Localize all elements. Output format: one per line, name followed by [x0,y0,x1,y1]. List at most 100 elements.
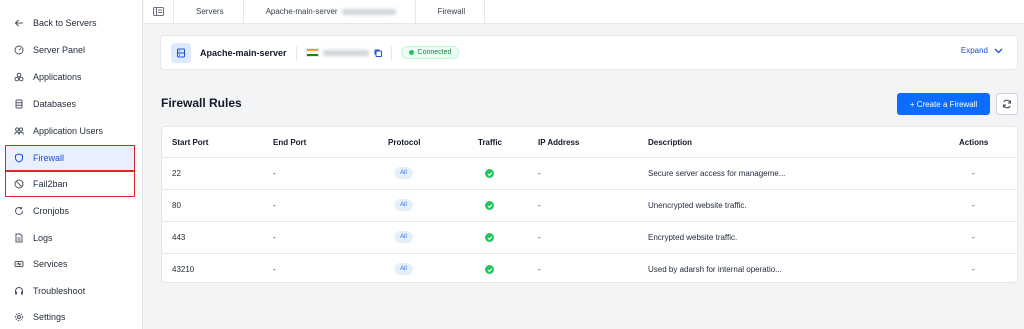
divider [295,45,297,60]
sidebar-item-label: Server Panel [33,45,86,55]
breadcrumb-servers-label: Servers [196,7,224,16]
status-label: Connected [417,49,452,56]
file-icon [14,233,24,243]
sidebar-item-firewall[interactable]: Firewall [5,145,135,171]
arrow-left-icon [14,18,24,28]
sidebar-item-application-users[interactable]: Application Users [6,119,134,143]
server-name: Apache-main-server [200,47,287,58]
sidebar-item-label: Back to Servers [33,18,97,28]
ban-icon [14,179,24,189]
server-info-card: Apache-main-server Connected Expand [160,35,1018,70]
server-icon [171,42,191,63]
actions-cell: - [972,201,975,210]
table-row: 22 - All - Secure server access for mana… [162,158,1017,190]
sidebar-item-label: Troubleshoot [33,286,86,296]
ip-address-cell: - [538,265,541,274]
status-badge: Connected [400,46,460,59]
actions-cell: - [972,233,975,242]
sidebar-toggle-button[interactable] [144,0,174,24]
check-circle-icon [485,169,494,178]
india-flag-icon [305,48,319,57]
check-circle-icon [485,265,494,274]
actions-cell: - [972,265,975,274]
sidebar: Back to Servers Server Panel Application… [0,0,143,329]
sidebar-item-label: Databases [33,99,77,109]
firewall-rules-table: Start Port End Port Protocol Traffic IP … [161,126,1018,283]
database-icon [14,99,24,109]
sidebar-item-troubleshoot[interactable]: Troubleshoot [6,279,134,303]
description-cell: Unencrypted website traffic. [648,201,747,210]
check-circle-icon [485,233,494,242]
redacted-ip-address [322,49,369,56]
actions-cell: - [972,169,975,178]
column-end-port: End Port [273,138,307,147]
chevron-down-icon [994,48,1003,53]
table-row: 43210 - All - Used by adarsh for interna… [162,254,1017,282]
expand-button[interactable]: Expand [961,46,1003,55]
sidebar-item-cronjobs[interactable]: Cronjobs [6,199,134,223]
sidebar-item-label: Applications [33,72,82,82]
ip-address-cell: - [538,201,541,210]
gear-icon [14,312,24,322]
description-cell: Encrypted website traffic. [648,233,738,242]
sidebar-item-fail2ban[interactable]: Fail2ban [5,171,135,197]
sidebar-item-label: Settings [33,312,66,322]
sidebar-item-label: Logs [33,233,53,243]
sidebar-item-label: Firewall [33,153,65,163]
refresh-icon [1003,99,1011,109]
column-actions: Actions [959,138,989,147]
column-description: Description [648,138,693,147]
copy-icon[interactable] [374,49,382,57]
start-port-cell: 80 [172,201,181,210]
table-row: 443 - All - Encrypted website traffic. - [162,222,1017,254]
cron-icon [14,206,24,216]
column-traffic: Traffic [478,138,503,147]
divider [390,45,392,60]
check-circle-icon [485,201,494,210]
table-row: 80 - All - Unencrypted website traffic. … [162,190,1017,222]
breadcrumb: Servers Apache-main-server Firewall [144,0,1024,24]
sidebar-item-services[interactable]: Services [6,252,134,276]
breadcrumb-server-label: Apache-main-server [265,7,338,16]
protocol-badge: All [394,167,413,179]
users-icon [14,126,24,136]
gauge-icon [14,45,24,55]
column-start-port: Start Port [172,138,209,147]
ip-address-cell: - [538,169,541,178]
table-header: Start Port End Port Protocol Traffic IP … [162,127,1017,158]
sidebar-item-label: Services [33,259,68,269]
shield-icon [14,153,24,163]
sidebar-item-server-panel[interactable]: Server Panel [6,38,134,62]
breadcrumb-server[interactable]: Apache-main-server [244,0,416,24]
protocol-badge: All [394,199,413,211]
start-port-cell: 22 [172,169,181,178]
breadcrumb-current: Firewall [416,0,486,24]
end-port-cell: - [273,201,276,210]
start-port-cell: 443 [172,233,186,242]
end-port-cell: - [273,233,276,242]
create-firewall-button[interactable]: + Create a Firewall [897,93,990,115]
protocol-badge: All [394,263,413,275]
services-icon [14,259,24,269]
sidebar-item-logs[interactable]: Logs [6,226,134,250]
description-cell: Used by adarsh for internal operatio... [648,265,782,274]
breadcrumb-servers[interactable]: Servers [174,0,244,24]
sidebar-item-label: Fail2ban [33,179,68,189]
end-port-cell: - [273,169,276,178]
sidebar-item-settings[interactable]: Settings [6,305,134,329]
expand-label: Expand [960,46,988,55]
start-port-cell: 43210 [172,265,195,274]
end-port-cell: - [273,265,276,274]
sidebar-item-label: Application Users [33,126,104,136]
column-protocol: Protocol [388,138,421,147]
refresh-button[interactable] [996,93,1018,115]
sidebar-item-databases[interactable]: Databases [6,92,134,116]
sidebar-item-back-to-servers[interactable]: Back to Servers [6,11,134,35]
status-dot [408,50,414,55]
page-title: Firewall Rules [161,96,242,110]
breadcrumb-current-label: Firewall [437,7,466,16]
sidebar-item-applications[interactable]: Applications [6,65,134,89]
column-ip-address: IP Address [538,138,580,147]
apps-icon [14,72,24,82]
ip-address-cell: - [538,233,541,242]
